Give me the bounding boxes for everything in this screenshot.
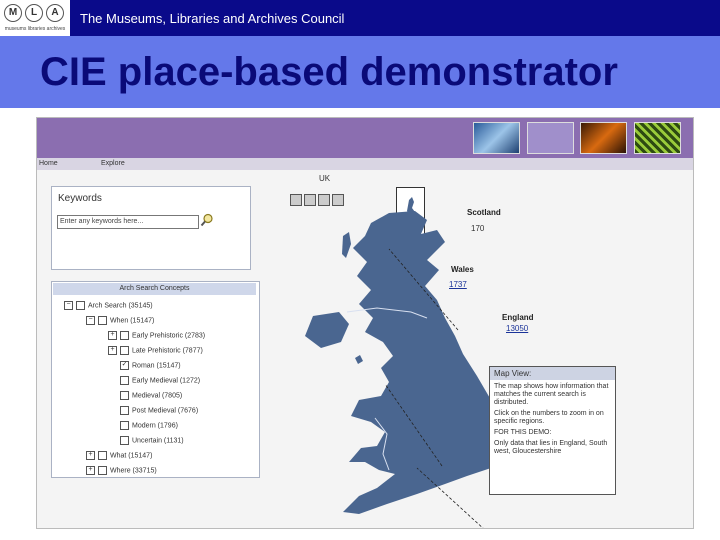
checkbox[interactable] — [120, 421, 129, 430]
checkbox-checked[interactable]: ✓ — [120, 361, 129, 370]
wales-label: Wales — [451, 265, 474, 274]
tree-item[interactable]: + Early Prehistoric (2783) — [108, 331, 205, 341]
map-view-box: Map View: The map shows how information … — [489, 366, 616, 495]
logo-letter-l: L — [25, 4, 43, 22]
england-label: England — [502, 313, 534, 322]
print-icon[interactable] — [304, 194, 316, 206]
checkbox[interactable] — [98, 316, 107, 325]
map-view-title: Map View: — [490, 367, 615, 380]
tree-item[interactable]: ✓ Roman (15147) — [120, 361, 181, 371]
app-screenshot: Home Explore Keywords Arch Search Concep… — [36, 117, 694, 529]
tree-item[interactable]: Post Medieval (7676) — [120, 406, 198, 416]
scotland-count-link[interactable]: 170 — [471, 224, 484, 233]
app-banner — [37, 118, 693, 158]
tree-item[interactable]: − Arch Search (35145) — [64, 301, 153, 311]
concepts-title: Arch Search Concepts — [53, 283, 256, 295]
magnifier-icon[interactable] — [200, 213, 214, 227]
banner-image-fire — [580, 122, 627, 154]
checkbox[interactable] — [76, 301, 85, 310]
checkbox[interactable] — [98, 466, 107, 475]
nav-bar: Home Explore — [37, 158, 693, 170]
scotland-label: Scotland — [467, 208, 501, 217]
nav-explore[interactable]: Explore — [101, 160, 125, 167]
great-britain-shape — [343, 211, 509, 514]
checkbox[interactable] — [120, 346, 129, 355]
expand-toggle[interactable]: + — [108, 331, 117, 340]
map-country-label: UK — [319, 174, 331, 183]
checkbox[interactable] — [98, 451, 107, 460]
northern-ireland-shape — [305, 312, 349, 348]
isle-of-man-shape — [355, 355, 363, 364]
tree-item[interactable]: Modern (1796) — [120, 421, 178, 431]
keywords-input[interactable] — [57, 215, 199, 229]
top-bar: M L A museums libraries archives The Mus… — [0, 0, 720, 36]
zoom-icon[interactable] — [318, 194, 330, 206]
concepts-panel: Arch Search Concepts − Arch Search (35145… — [51, 281, 260, 478]
map-view-text: Only data that lies in England, South we… — [494, 440, 608, 455]
nav-home[interactable]: Home — [39, 160, 58, 167]
england-count-link[interactable]: 13050 — [506, 324, 528, 333]
tree-item[interactable]: + Late Prehistoric (7877) — [108, 346, 203, 356]
checkbox[interactable] — [120, 406, 129, 415]
pan-icon[interactable] — [332, 194, 344, 206]
tree-item[interactable]: + Where (33715) — [86, 466, 157, 476]
keywords-panel: Keywords — [51, 186, 251, 270]
tree-item[interactable]: Medieval (7805) — [120, 391, 182, 401]
logo-tagline: museums libraries archives — [4, 26, 66, 32]
collapse-toggle[interactable]: − — [64, 301, 73, 310]
keywords-title: Keywords — [58, 193, 102, 204]
checkbox[interactable] — [120, 376, 129, 385]
tree-item[interactable]: − When (15147) — [86, 316, 154, 326]
map-view-text: Click on the numbers to zoom in on speci… — [494, 410, 604, 425]
logo-letter-m: M — [4, 4, 22, 22]
banner-image-water — [473, 122, 520, 154]
collapse-toggle[interactable]: − — [86, 316, 95, 325]
wales-count-link[interactable]: 1737 — [449, 280, 467, 289]
tree-item[interactable]: Uncertain (1131) — [120, 436, 184, 446]
banner-image-plain — [527, 122, 574, 154]
council-name: The Museums, Libraries and Archives Coun… — [80, 11, 345, 26]
expand-toggle[interactable]: + — [108, 346, 117, 355]
tree-item[interactable]: + What (15147) — [86, 451, 152, 461]
checkbox[interactable] — [120, 391, 129, 400]
banner-image-foliage — [634, 122, 681, 154]
expand-toggle[interactable]: + — [86, 451, 95, 460]
title-bar: CIE place-based demonstrator — [0, 36, 720, 108]
logo-letter-a: A — [46, 4, 64, 22]
map-view-text: The map shows how information that match… — [494, 383, 609, 406]
map-view-text: FOR THIS DEMO: — [494, 429, 552, 436]
expand-toggle[interactable]: + — [86, 466, 95, 475]
checkbox[interactable] — [120, 436, 129, 445]
checkbox[interactable] — [120, 331, 129, 340]
mla-logo: M L A museums libraries archives — [0, 0, 70, 36]
hebrides-shape — [342, 232, 351, 258]
save-icon[interactable] — [290, 194, 302, 206]
slide-title: CIE place-based demonstrator — [40, 50, 618, 94]
tree-item[interactable]: Early Medieval (1272) — [120, 376, 200, 386]
